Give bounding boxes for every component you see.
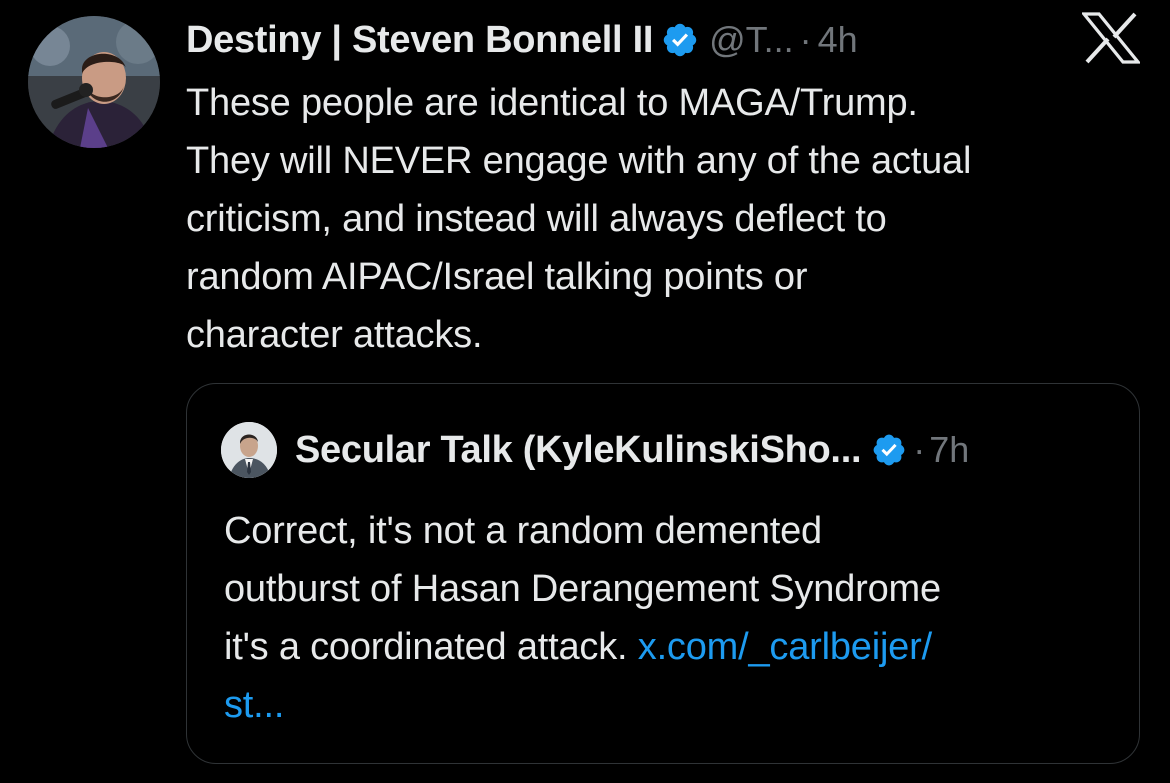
quoted-tweet-link-continued[interactable]: st... — [224, 684, 284, 726]
quoted-text-line: it's a coordinated attack. x.com/_carlbe… — [224, 618, 1114, 676]
quoted-text-line: st... — [224, 676, 1114, 734]
tweet[interactable]: Destiny | Steven Bonnell II @T... · 4h T… — [0, 0, 1170, 783]
quoted-tweet-card[interactable]: Secular Talk (KyleKulinskiSho... · 7h Co… — [186, 383, 1140, 764]
author-avatar[interactable] — [28, 16, 160, 148]
tweet-text-line: random AIPAC/Israel talking points or — [186, 256, 808, 298]
author-handle[interactable]: @T... — [709, 19, 794, 61]
verified-badge-icon — [871, 432, 907, 468]
tweet-text-line: They will NEVER engage with any of the a… — [186, 140, 972, 182]
tweet-timestamp[interactable]: 4h — [818, 19, 858, 61]
quoted-text-line: Correct, it's not a random demented — [224, 510, 822, 552]
quoted-tweet-link[interactable]: x.com/_carlbeijer/ — [638, 626, 932, 668]
tweet-text-line: character attacks. — [186, 314, 483, 356]
separator-dot: · — [913, 429, 926, 470]
quoted-author-display-name[interactable]: Secular Talk (KyleKulinskiSho... — [295, 429, 862, 472]
quoted-text-line: outburst of Hasan Derangement Syndrome — [224, 568, 941, 610]
x-logo-icon[interactable] — [1080, 12, 1142, 64]
author-avatar-image — [28, 16, 160, 148]
separator-dot: · — [799, 19, 812, 60]
tweet-text: These people are identical to MAGA/Trump… — [186, 74, 1146, 364]
tweet-header: Destiny | Steven Bonnell II @T... · 4h — [186, 14, 858, 66]
quoted-author-avatar[interactable] — [221, 422, 277, 478]
verified-badge-icon — [661, 21, 699, 59]
quoted-text-segment: it's a coordinated attack. — [224, 626, 628, 668]
quoted-tweet-header: Secular Talk (KyleKulinskiSho... · 7h — [221, 422, 969, 478]
tweet-text-line: These people are identical to MAGA/Trump… — [186, 82, 918, 124]
author-display-name[interactable]: Destiny | Steven Bonnell II — [186, 19, 653, 62]
quoted-tweet-text: Correct, it's not a random demented outb… — [224, 502, 1114, 734]
quoted-tweet-timestamp[interactable]: 7h — [929, 429, 969, 471]
tweet-text-line: criticism, and instead will always defle… — [186, 198, 887, 240]
